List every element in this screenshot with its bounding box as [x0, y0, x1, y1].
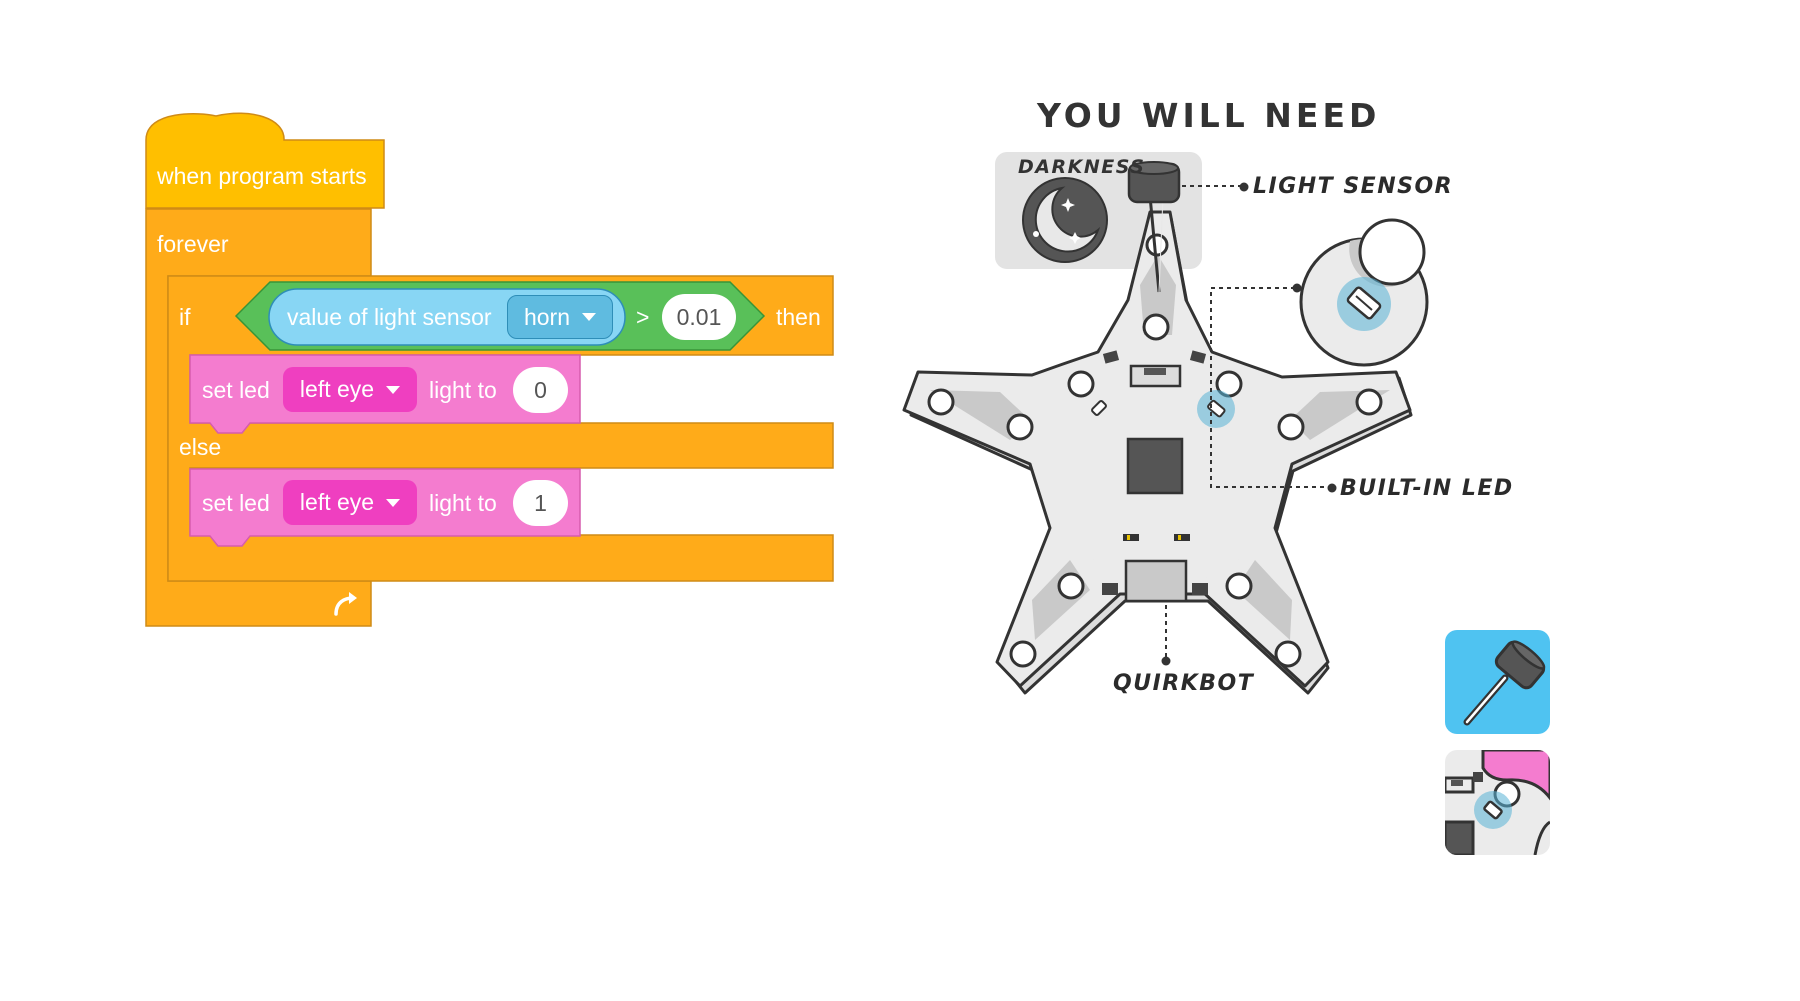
led-target-dropdown-else[interactable]: left eye [283, 480, 417, 525]
operator-label: > [636, 304, 650, 330]
if-label: if [179, 304, 191, 330]
forever-label: forever [157, 231, 229, 257]
led-target-value-else: left eye [299, 489, 375, 515]
quirkbot-chip [1126, 437, 1184, 495]
built-in-led-thumbnail[interactable] [1445, 750, 1550, 855]
light-sensor-icon [1463, 640, 1546, 726]
chevron-down-icon [386, 498, 401, 507]
light-sensor-label: LIGHT SENSOR [1253, 174, 1454, 199]
you-will-need-title: YOU WILL NEED [1037, 96, 1381, 135]
sensor-port-dropdown[interactable]: horn [507, 295, 613, 339]
threshold-input[interactable]: 0.01 [662, 294, 736, 340]
block-program-shapes [145, 112, 834, 627]
quirkbot-label: QUIRKBOT [1113, 671, 1255, 696]
when-program-starts-label: when program starts [157, 163, 367, 189]
light-sensor-reporter-label: value of light sensor [287, 304, 492, 330]
set-led-label-if: set led [202, 377, 270, 403]
led-target-value-if: left eye [299, 376, 375, 402]
light-sensor-thumbnail[interactable] [1445, 630, 1550, 734]
moon-icon [1022, 177, 1108, 263]
usb-port [1124, 559, 1188, 603]
hat-block [145, 112, 385, 209]
built-in-led-label: BUILT-IN LED [1340, 476, 1514, 501]
quirkbot-diagram [902, 152, 1429, 695]
set-led-label-else: set led [202, 490, 270, 516]
chevron-down-icon [386, 385, 401, 394]
light-to-label-else: light to [429, 490, 497, 516]
led-target-dropdown-if[interactable]: left eye [283, 367, 417, 412]
chevron-down-icon [582, 313, 597, 321]
else-label: else [179, 434, 222, 460]
built-in-led-icon [1445, 750, 1550, 855]
led-value-input-if[interactable]: 0 [513, 367, 568, 413]
led-value-input-else[interactable]: 1 [513, 480, 568, 526]
darkness-label: DARKNESS [1018, 156, 1146, 178]
light-to-label-if: light to [429, 377, 497, 403]
sensor-port-value: horn [523, 303, 571, 330]
led-zoom-circle [1299, 218, 1429, 367]
then-label: then [776, 304, 821, 330]
